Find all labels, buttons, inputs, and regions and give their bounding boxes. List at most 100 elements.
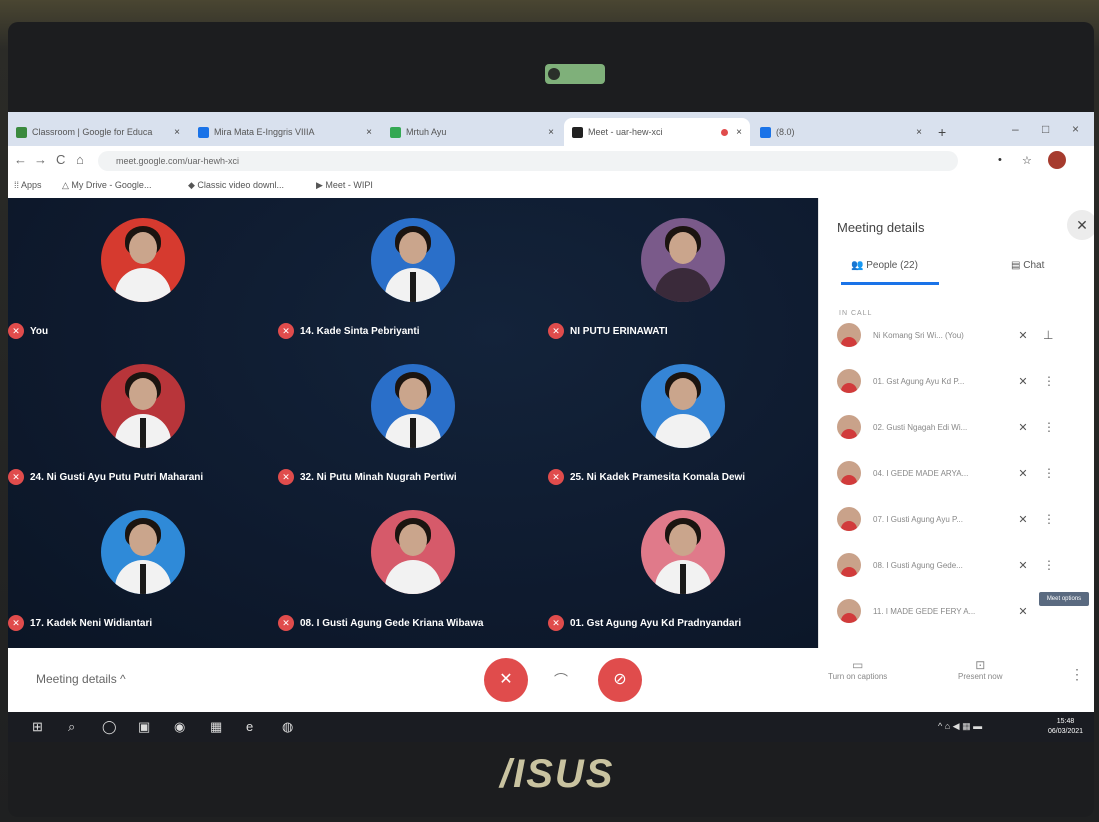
chrome-icon[interactable]: ◍: [282, 719, 293, 735]
mic-off-icon: ✕: [1018, 375, 1028, 388]
webcam-lens: [548, 68, 560, 80]
windows-taskbar: ⊞ ⌕ ◯ ▣ ◉ ▦ e ◍ ^ ⌂ ◀ ▦ ▬ 15:48 06/03/20…: [8, 712, 1094, 742]
meeting-details-button[interactable]: Meeting details ^: [36, 672, 126, 686]
hang-up-button[interactable]: ⌒: [554, 670, 568, 690]
more-options-icon[interactable]: ⋮: [1043, 512, 1055, 526]
participant-tile[interactable]: ✕ 08. I Gusti Agung Gede Kriana Wibawa: [278, 500, 548, 650]
new-tab-button[interactable]: +: [938, 124, 946, 140]
tab-close-icon[interactable]: ×: [174, 127, 180, 138]
participant-tile[interactable]: ✕ NI PUTU ERINAWATI: [548, 208, 818, 358]
mic-off-icon: ✕: [278, 469, 294, 485]
more-options-icon[interactable]: ⋮: [1043, 466, 1055, 480]
mic-off-icon: ✕: [1018, 467, 1028, 480]
system-tray[interactable]: ^ ⌂ ◀ ▦ ▬: [938, 721, 982, 732]
more-options-button[interactable]: ⋮: [1070, 666, 1084, 683]
tab-mata-pelajaran[interactable]: Mira Mata E-Inggris VIIIA ×: [190, 118, 380, 146]
captions-button[interactable]: ▭ Turn on captions: [828, 658, 887, 681]
camera-indicator-icon[interactable]: •: [998, 154, 1002, 166]
url-input[interactable]: meet.google.com/uar-hewh-xci: [98, 151, 958, 171]
tab-people[interactable]: 👥 People (22): [851, 260, 918, 271]
mic-off-icon: ✕: [278, 615, 294, 631]
participant-avatar: [641, 218, 725, 302]
avatar: [837, 507, 861, 531]
forward-button[interactable]: →: [34, 152, 47, 167]
participant-tile[interactable]: ✕ 24. Ni Gusti Ayu Putu Putri Maharani: [8, 354, 278, 504]
people-list-item[interactable]: 02. Gusti Ngagah Edi Wi... ✕ ⋮: [837, 412, 1087, 442]
avatar: [837, 553, 861, 577]
mic-off-icon: ✕: [1018, 559, 1028, 572]
participant-name: 14. Kade Sinta Pebriyanti: [300, 325, 420, 337]
mic-off-icon: ✕: [8, 469, 24, 485]
store-icon[interactable]: ▣: [138, 719, 150, 735]
participant-tile[interactable]: ✕ 01. Gst Agung Ayu Kd Pradnyandari: [548, 500, 818, 650]
bookmark-apps[interactable]: ⁞⁞ Apps: [14, 180, 42, 190]
maximize-button[interactable]: □: [1042, 122, 1049, 136]
participant-name: You: [30, 325, 49, 337]
tab-title: (8.0): [776, 127, 795, 137]
meet-icon: ▶: [316, 180, 326, 190]
chat-icon: ▤: [1011, 260, 1021, 271]
bookmark-meet[interactable]: ▶ Meet - WIPI: [316, 180, 373, 191]
participant-name: 25. Ni Kadek Pramesita Komala Dewi: [570, 471, 746, 483]
more-options-icon[interactable]: ⋮: [1043, 558, 1055, 572]
back-button[interactable]: ←: [14, 152, 27, 167]
task-view-icon[interactable]: ◯: [102, 719, 117, 735]
tab-meet[interactable]: Meet - uar-hew-xci ×: [564, 118, 750, 146]
start-icon[interactable]: ⊞: [32, 719, 43, 735]
reload-button[interactable]: C: [56, 152, 65, 167]
microphone-toggle-button[interactable]: ✕: [484, 658, 528, 702]
taskbar-clock[interactable]: 15:48 06/03/2021: [1048, 717, 1083, 737]
bookmark-star-icon[interactable]: ☆: [1022, 154, 1032, 167]
laptop-brand-logo: /ISUS: [500, 752, 615, 796]
participant-tile[interactable]: ✕ 17. Kadek Neni Widiantari: [8, 500, 278, 650]
pin-icon[interactable]: ⊥: [1043, 328, 1053, 342]
people-list-item[interactable]: Ni Komang Sri Wi... (You) ✕ ⊥: [837, 320, 1087, 350]
more-options-icon[interactable]: ⋮: [1043, 374, 1055, 388]
more-options-icon[interactable]: ⋮: [1043, 420, 1055, 434]
participant-name: 08. I Gusti Agung Gede Kriana Wibawa: [300, 617, 484, 629]
participant-avatar: [101, 218, 185, 302]
minimize-button[interactable]: –: [1012, 122, 1019, 136]
tab-close-icon[interactable]: ×: [366, 127, 372, 138]
mic-off-icon: ✕: [1018, 421, 1028, 434]
bookmark-my-drive[interactable]: △ My Drive - Google...: [62, 180, 151, 191]
active-tab-indicator: [841, 282, 939, 285]
participant-tile[interactable]: ✕ 25. Ni Kadek Pramesita Komala Dewi: [548, 354, 818, 504]
people-list-item[interactable]: 04. I GEDE MADE ARYA... ✕ ⋮: [837, 458, 1087, 488]
participant-avatar: [371, 364, 455, 448]
home-button[interactable]: ⌂: [76, 152, 84, 167]
meeting-details-panel: Meeting details ✕ 👥 People (22) ▤ Chat I…: [818, 198, 1094, 648]
apps-grid-icon: ⁞⁞: [14, 180, 22, 190]
mic-off-icon: ✕: [1018, 329, 1028, 342]
tab-close-icon[interactable]: ×: [548, 127, 554, 138]
present-now-button[interactable]: ⊡ Present now: [958, 658, 1002, 681]
profile-avatar[interactable]: [1048, 151, 1066, 169]
document-icon: [198, 126, 209, 138]
people-list-item[interactable]: 08. I Gusti Agung Gede... ✕ ⋮: [837, 550, 1087, 580]
tab-mrtuh[interactable]: Mrtuh Ayu ×: [382, 118, 562, 146]
participant-tile[interactable]: ✕ 32. Ni Putu Minah Nugrah Pertiwi: [278, 354, 548, 504]
tab-chat[interactable]: ▤ Chat: [1011, 260, 1044, 271]
panel-close-button[interactable]: ✕: [1067, 210, 1094, 240]
mic-off-icon: ✕: [548, 615, 564, 631]
edge-icon[interactable]: e: [246, 719, 253, 734]
search-icon[interactable]: ⌕: [68, 719, 75, 735]
people-list-item[interactable]: 01. Gst Agung Ayu Kd P... ✕ ⋮: [837, 366, 1087, 396]
tab-close-icon[interactable]: ×: [916, 127, 922, 138]
panel-title: Meeting details: [837, 220, 925, 235]
in-call-label: IN CALL: [839, 310, 873, 317]
tab-other[interactable]: (8.0) ×: [752, 118, 930, 146]
participant-avatar: [641, 364, 725, 448]
tab-close-icon[interactable]: ×: [736, 127, 742, 138]
extension-icon: ◆: [188, 180, 198, 190]
participant-tile[interactable]: ✕ 14. Kade Sinta Pebriyanti: [278, 208, 548, 358]
mic-off-icon: ✕: [278, 323, 294, 339]
participant-tile[interactable]: ✕ You: [8, 208, 278, 358]
tab-classroom[interactable]: Classroom | Google for Educa ×: [8, 118, 188, 146]
people-list-item[interactable]: 07. I Gusti Agung Ayu P... ✕ ⋮: [837, 504, 1087, 534]
firefox-icon[interactable]: ◉: [174, 719, 185, 735]
bookmark-video-downloader[interactable]: ◆ Classic video downl...: [188, 180, 284, 191]
mail-icon[interactable]: ▦: [210, 719, 222, 735]
camera-toggle-button[interactable]: ⊘: [598, 658, 642, 702]
close-window-button[interactable]: ×: [1072, 122, 1079, 136]
